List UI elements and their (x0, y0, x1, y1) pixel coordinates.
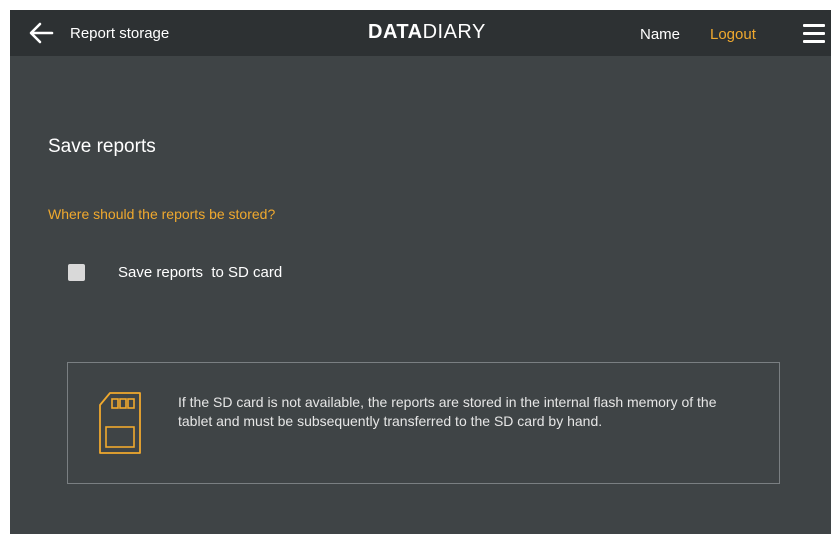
info-box: If the SD card is not available, the rep… (67, 362, 780, 484)
info-text: If the SD card is not available, the rep… (178, 394, 717, 429)
sd-card-option[interactable]: Save reports to SD card (68, 261, 328, 285)
section-title: Save reports (48, 136, 156, 157)
hamburger-menu-icon[interactable] (803, 23, 825, 43)
sd-card-checkbox[interactable] (68, 264, 85, 281)
logo-bold-text: DATA (368, 21, 423, 43)
storage-question: Where should the reports be stored? (48, 206, 276, 222)
logo-light-text: DIARY (422, 21, 486, 43)
top-bar: Report storage DATADIARY Name Logout (10, 10, 831, 56)
app-logo: DATADIARY (368, 21, 486, 44)
app-window: Report storage DATADIARY Name Logout Sav… (10, 10, 831, 534)
user-name: Name (640, 26, 681, 43)
screen-title: Report storage (70, 25, 170, 42)
logout-link[interactable]: Logout (710, 26, 756, 43)
sd-card-icon (98, 391, 142, 455)
back-arrow-icon[interactable] (28, 21, 54, 45)
sd-card-option-label: Save reports to SD card (118, 264, 283, 281)
